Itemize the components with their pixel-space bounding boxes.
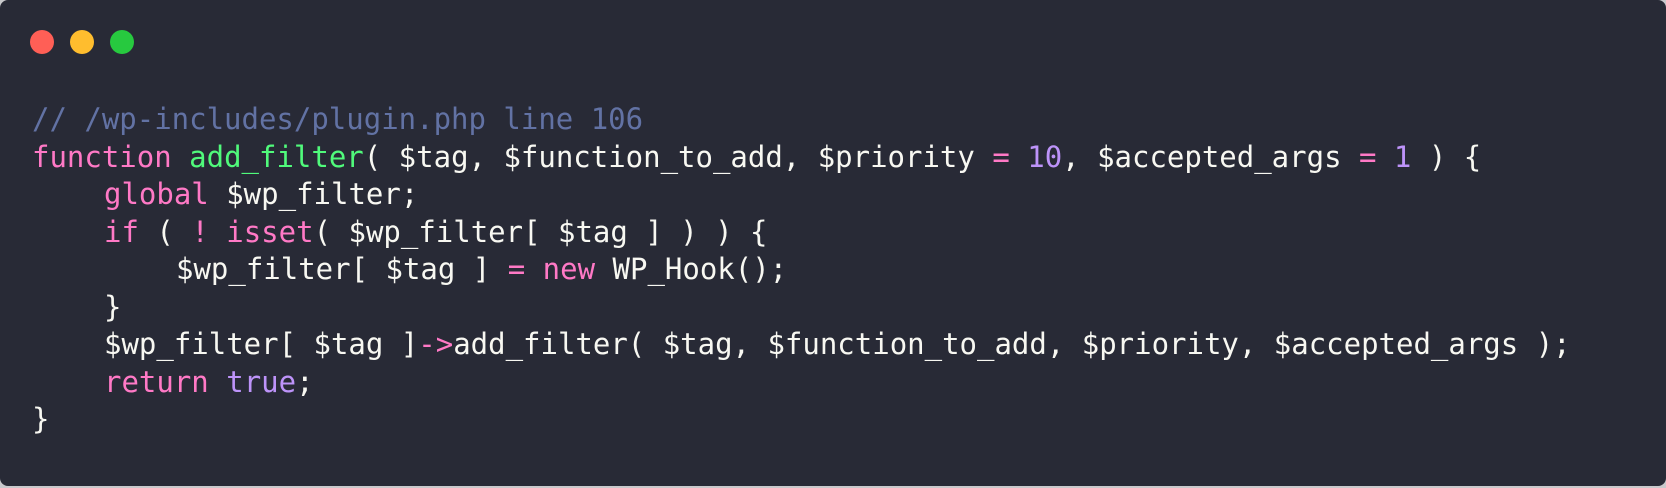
operator-assign: =: [1358, 139, 1377, 174]
code-line-7: return true;: [32, 364, 1571, 402]
params-text: , $accepted_args: [1062, 139, 1359, 174]
code-text: add_filter( $tag, $function_to_add, $pri…: [453, 327, 1571, 361]
code-text: (: [138, 214, 192, 249]
code-line-8: }: [32, 401, 1571, 439]
number-literal: 1: [1393, 139, 1412, 174]
code-window: // /wp-includes/plugin.php line 106 funct…: [0, 0, 1666, 486]
function-name: add_filter: [189, 139, 364, 174]
maximize-button[interactable]: [110, 30, 134, 54]
code-line-4: $wp_filter[ $tag ] = new WP_Hook();: [32, 251, 1571, 289]
code-text: $wp_filter[ $tag ]: [104, 327, 419, 361]
params-text: ( $tag, $function_to_add, $priority: [363, 139, 993, 174]
keyword-new: new: [542, 252, 596, 286]
code-line-comment: // /wp-includes/plugin.php line 106: [32, 101, 1571, 139]
keyword-if: if: [104, 214, 139, 249]
code-text: WP_Hook();: [595, 252, 788, 286]
operator-assign: =: [507, 252, 526, 286]
code-text: ;: [296, 364, 314, 399]
keyword-isset: isset: [226, 214, 314, 249]
code-line-1: function add_filter( $tag, $function_to_…: [32, 139, 1571, 177]
keyword-return: return: [104, 364, 209, 399]
closing-brace: }: [104, 289, 122, 324]
comment-text: // /wp-includes/plugin.php line 106: [32, 102, 644, 136]
code-line-3: if ( ! isset( $wp_filter[ $tag ] ) ) {: [32, 214, 1571, 252]
closing-brace: }: [32, 402, 50, 436]
code-line-5: }: [32, 289, 1571, 327]
operator-arrow: ->: [418, 327, 454, 361]
keyword-global: global: [104, 177, 209, 211]
code-block: // /wp-includes/plugin.php line 106 funct…: [32, 101, 1571, 439]
number-literal: 10: [1027, 139, 1063, 174]
minimize-button[interactable]: [70, 30, 94, 54]
keyword-function: function: [32, 139, 172, 174]
code-text: $wp_filter;: [208, 177, 419, 211]
operator-assign: =: [992, 139, 1010, 174]
operator-not: !: [191, 214, 209, 249]
code-text: ( $wp_filter[ $tag ] ) ) {: [313, 214, 768, 249]
code-line-2: global $wp_filter;: [32, 176, 1571, 214]
keyword-true: true: [226, 364, 297, 399]
close-button[interactable]: [30, 30, 54, 54]
code-line-6: $wp_filter[ $tag ]->add_filter( $tag, $f…: [32, 326, 1571, 364]
code-text: $wp_filter[ $tag ]: [176, 252, 508, 286]
params-text: ) {: [1411, 139, 1482, 174]
